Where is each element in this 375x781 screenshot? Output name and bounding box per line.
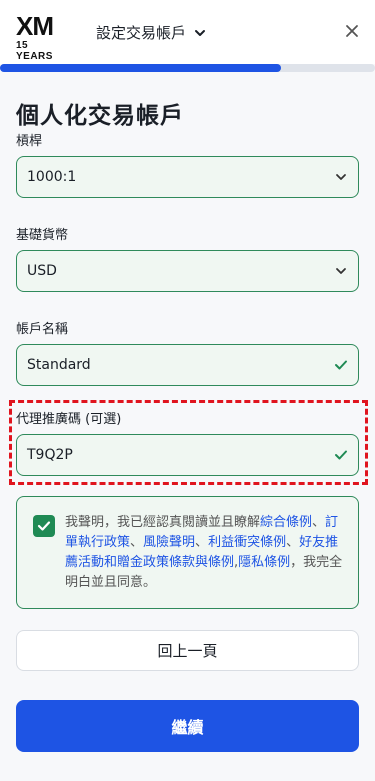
referral-code-value: T9Q2P (27, 447, 73, 463)
account-name-input[interactable]: Standard (16, 344, 359, 386)
separator: 、 (130, 535, 144, 550)
consent-intro: 我聲明，我已經認真閱讀並且瞭解 (65, 515, 261, 530)
logo-mark: XM (16, 11, 54, 41)
consent-checkbox[interactable] (33, 515, 55, 537)
leverage-value: 1000:1 (27, 169, 77, 185)
chevron-down-icon (336, 174, 346, 180)
separator: 、 (312, 515, 326, 530)
xm-logo: XM 15 YEARS (16, 11, 68, 62)
consent-text: 我聲明，我已經認真閱讀並且瞭解綜合條例、訂單執行政策、風險聲明、利益衝突條例、好… (65, 513, 345, 593)
account-name-label: 帳戶名稱 (16, 322, 69, 337)
chevron-down-icon (336, 268, 346, 274)
referral-code-input[interactable]: T9Q2P (16, 434, 359, 476)
account-setup-dropdown[interactable]: 設定交易帳戶 (96, 22, 206, 43)
check-icon (37, 521, 51, 531)
currency-select[interactable]: USD (16, 250, 359, 292)
continue-button[interactable]: 繼續 (16, 700, 359, 752)
close-icon[interactable] (343, 22, 361, 40)
check-icon (335, 450, 347, 460)
leverage-label: 槓桿 (16, 134, 43, 149)
conflict-of-interest-link[interactable]: 利益衝突條例 (208, 535, 286, 550)
currency-value: USD (27, 263, 57, 279)
header: XM 15 YEARS 設定交易帳戶 (0, 0, 375, 64)
page-title: 個人化交易帳戶 (16, 103, 184, 129)
chevron-down-icon (195, 29, 206, 36)
progress-fill (0, 64, 282, 72)
referral-label: 代理推廣碼 (可選) (16, 412, 122, 427)
progress-bar (0, 64, 375, 72)
currency-label: 基礎貨幣 (16, 228, 69, 243)
leverage-select[interactable]: 1000:1 (16, 156, 359, 198)
account-name-value: Standard (27, 357, 91, 373)
separator: 、 (195, 535, 209, 550)
general-terms-link[interactable]: 綜合條例 (260, 515, 312, 530)
consent-box: 我聲明，我已經認真閱讀並且瞭解綜合條例、訂單執行政策、風險聲明、利益衝突條例、好… (16, 496, 359, 609)
privacy-policy-link[interactable]: 隱私條例 (238, 555, 290, 570)
risk-disclosure-link[interactable]: 風險聲明 (143, 535, 195, 550)
check-icon (335, 360, 347, 370)
header-title: 設定交易帳戶 (96, 24, 187, 42)
back-button[interactable]: 回上一頁 (16, 630, 359, 671)
logo-subtitle: 15 YEARS (16, 40, 53, 62)
separator: 、 (286, 535, 300, 550)
